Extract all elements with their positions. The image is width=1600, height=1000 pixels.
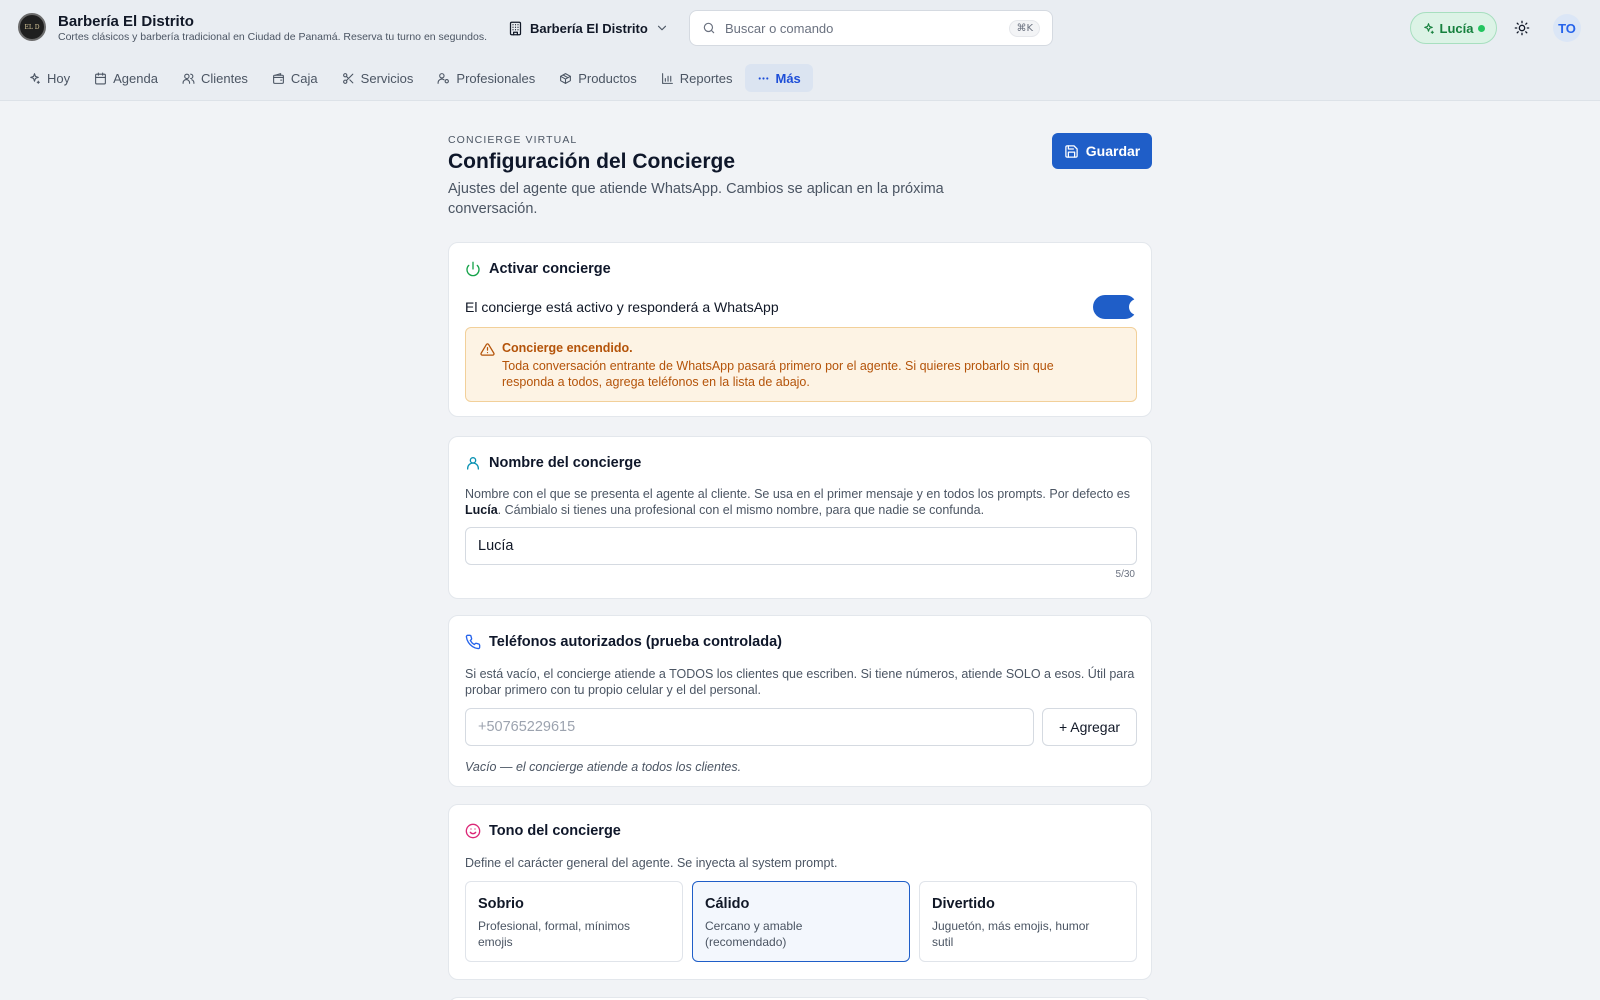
activate-row: El concierge está activo y responderá a …: [465, 295, 1145, 319]
power-icon: [466, 261, 480, 277]
save-button[interactable]: Guardar: [1052, 133, 1152, 169]
activate-card: Activar concierge El concierge está acti…: [448, 242, 1152, 417]
toggle-knob: [1129, 299, 1145, 315]
phones-empty-note: Vacío — el concierge atiende a todos los…: [465, 760, 742, 774]
tone-option-sobrio[interactable]: Sobrio Profesional, formal, mínimos emoj…: [465, 881, 683, 962]
name-title: Nombre del concierge: [489, 455, 642, 471]
phone-icon: [465, 634, 481, 650]
phones-card-header: Teléfonos autorizados (prueba controlada…: [465, 634, 782, 650]
nav-item-reportes[interactable]: Reportes: [649, 64, 745, 92]
nav-label: Hoy: [47, 70, 71, 86]
tone-option-desc: Profesional, formal, mínimos emojis: [478, 919, 631, 949]
command-search[interactable]: Buscar o comando ⌘K: [689, 10, 1053, 46]
name-desc-bold: Lucía: [465, 503, 498, 517]
page-description: Ajustes del agente que atiende WhatsApp.…: [448, 181, 944, 217]
nav-item-profesionales[interactable]: Profesionales: [425, 64, 547, 92]
tone-option-title: Cálido: [705, 896, 750, 912]
user-avatar[interactable]: TO: [1553, 14, 1581, 42]
users-icon: [182, 73, 195, 84]
tone-title: Tono del concierge: [489, 823, 621, 839]
page-title: Configuración del Concierge: [448, 150, 736, 173]
nav-label: Agenda: [113, 70, 158, 86]
add-phone-button[interactable]: + Agregar: [1042, 708, 1137, 746]
tone-option-title: Sobrio: [478, 896, 524, 912]
top-header: EL D Barbería El Distrito Cortes clásico…: [0, 0, 1600, 101]
alert-title: Concierge encendido.: [502, 341, 633, 355]
concierge-name-input[interactable]: [465, 527, 1137, 565]
nav-label: Profesionales: [456, 70, 536, 86]
online-dot: [1478, 24, 1486, 32]
save-icon: [1065, 144, 1078, 158]
activate-status-text: El concierge está activo y responderá a …: [465, 299, 779, 315]
search-placeholder: Buscar o comando: [725, 20, 834, 36]
tone-description: Define el carácter general del agente. S…: [465, 856, 838, 870]
sparkles-icon: [1423, 22, 1434, 34]
scissors-icon: [342, 72, 354, 84]
nav-label: Reportes: [679, 70, 733, 86]
name-description: Nombre con el que se presenta el agente …: [465, 486, 1135, 518]
tone-option-desc: Juguetón, más emojis, humor sutil: [932, 919, 1090, 949]
name-desc-part: Nombre con el que se presenta el agente …: [465, 487, 1130, 501]
nav-item-servicios[interactable]: Servicios: [330, 64, 426, 92]
phones-title: Teléfonos autorizados (prueba controlada…: [489, 634, 782, 650]
nav-item-mas[interactable]: Más: [744, 64, 813, 92]
branch-selector[interactable]: Barbería El Distrito: [508, 18, 669, 38]
nav-label: Más: [775, 70, 801, 86]
user-icon: [467, 457, 479, 470]
warning-alert: Concierge encendido. Toda conversación e…: [465, 327, 1137, 402]
activate-card-header: Activar concierge: [465, 261, 611, 277]
brand-name: Barbería El Distrito: [58, 13, 194, 30]
more-icon: [758, 76, 768, 80]
building-icon: [509, 21, 522, 35]
package-icon: [560, 72, 572, 84]
calendar-icon: [95, 72, 107, 84]
tone-card-header: Tono del concierge: [465, 823, 621, 839]
nav-item-hoy[interactable]: Hoy: [16, 64, 82, 92]
sparkles-icon: [30, 72, 40, 84]
tone-option-calido[interactable]: Cálido Cercano y amable (recomendado): [692, 881, 910, 962]
wallet-icon: [273, 72, 284, 84]
activate-title: Activar concierge: [489, 261, 611, 277]
phones-description: Si está vacío, el concierge atiende a TO…: [465, 667, 1135, 697]
nav-label: Productos: [578, 70, 637, 86]
nav-label: Clientes: [200, 70, 248, 86]
main-nav: Hoy Agenda Clientes Caja Servicios Profe…: [16, 64, 813, 92]
brand-subtitle: Cortes clásicos y barbería tradicional e…: [58, 31, 487, 43]
tone-card: Tono del concierge Define el carácter ge…: [448, 804, 1152, 980]
search-icon: [703, 22, 715, 34]
name-char-counter: 5/30: [1115, 569, 1135, 580]
sun-icon: [1514, 20, 1530, 36]
phones-card: Teléfonos autorizados (prueba controlada…: [448, 615, 1152, 787]
concierge-toggle[interactable]: [1093, 295, 1145, 319]
nav-item-caja[interactable]: Caja: [260, 64, 330, 92]
name-card-header: Nombre del concierge: [465, 455, 641, 471]
nav-label: Servicios: [360, 70, 414, 86]
search-shortcut: ⌘K: [1009, 19, 1040, 37]
tone-option-divertido[interactable]: Divertido Juguetón, más emojis, humor su…: [919, 881, 1137, 962]
nav-item-productos[interactable]: Productos: [547, 64, 649, 92]
theme-toggle-button[interactable]: [1510, 16, 1534, 40]
name-desc-part: . Cámbialo si tienes una profesional con…: [497, 503, 985, 517]
agent-name: Lucía: [1439, 20, 1474, 36]
name-card: Nombre del concierge Nombre con el que s…: [448, 436, 1152, 599]
phone-input[interactable]: [465, 708, 1034, 746]
tone-option-desc: Cercano y amable (recomendado): [705, 919, 803, 949]
user-cog-icon: [437, 72, 450, 84]
bar-chart-icon: [661, 72, 673, 84]
nav-item-agenda[interactable]: Agenda: [82, 64, 170, 92]
save-label: Guardar: [1085, 143, 1141, 159]
tone-option-title: Divertido: [932, 896, 995, 912]
brand-logo: EL D: [18, 13, 46, 41]
agent-status-pill[interactable]: Lucía: [1410, 12, 1497, 44]
warning-icon: [480, 343, 495, 356]
smile-icon: [465, 823, 481, 839]
nav-item-clientes[interactable]: Clientes: [170, 64, 260, 92]
branch-name: Barbería El Distrito: [530, 20, 648, 36]
nav-label: Caja: [290, 70, 318, 86]
page-eyebrow: CONCIERGE VIRTUAL: [448, 134, 578, 146]
chevron-down-icon: [657, 25, 666, 31]
alert-body: Toda conversación entrante de WhatsApp p…: [502, 359, 1054, 389]
